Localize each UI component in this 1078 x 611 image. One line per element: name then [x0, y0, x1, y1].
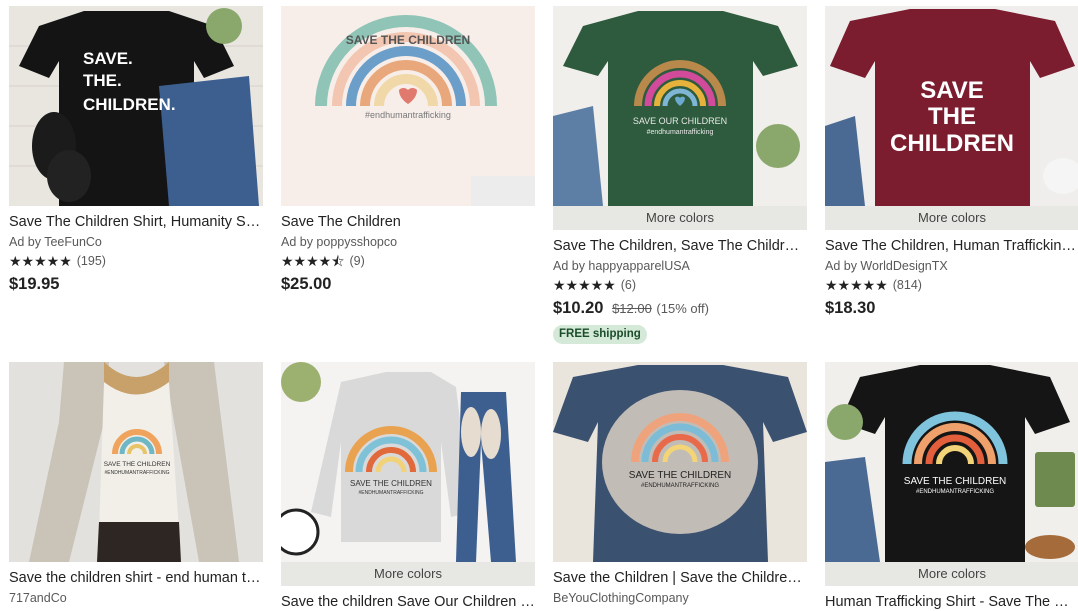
review-count: (195) — [76, 254, 106, 268]
listing-image[interactable]: SAVE THE CHILDREN #ENDHUMANTRAFFICKING — [553, 362, 807, 562]
more-colors-label[interactable]: More colors — [825, 562, 1078, 586]
shirt-text: CHILDREN — [890, 130, 1014, 157]
more-colors-label[interactable]: More colors — [825, 206, 1078, 230]
listing-card[interactable]: SAVE. THE. CHILDREN. Save The Children S… — [9, 6, 263, 295]
listing-price: $10.20 $12.00 (15% off) — [553, 297, 807, 320]
listing-card[interactable]: SAVE THE CHILDREN #ENDHUMANTRAFFICKING S… — [9, 362, 263, 606]
listing-image[interactable]: SAVE. THE. CHILDREN. — [9, 6, 263, 206]
listing-image[interactable]: SAVE THE CHILDREN #endhumantrafficking — [281, 6, 535, 206]
listing-price: $18.30 — [825, 299, 876, 317]
listing-rating: ★★★★★ (195) — [9, 253, 263, 270]
listing-seller: 717andCo — [9, 591, 67, 605]
listing-rating: ★★★★★ (6) — [553, 277, 807, 294]
listing-seller: BeYouClothingCompany — [553, 591, 689, 605]
star-rating-icon: ★★★★⯪ — [281, 253, 345, 269]
shirt-text: SAVE OUR CHILDREN — [633, 116, 727, 126]
shirt-text: #ENDHUMANTRAFFICKING — [916, 489, 994, 495]
shirt-text: #endhumantrafficking — [647, 129, 714, 136]
listing-title[interactable]: Save The Children, Save The Children Shi… — [553, 237, 807, 255]
shirt-text: THE — [928, 103, 976, 130]
review-count: (814) — [892, 278, 922, 292]
listing-seller: Ad by happyapparelUSA — [553, 259, 690, 273]
listing-rating: ★★★★★ (814) — [825, 277, 1078, 294]
listing-title[interactable]: Save The Children Shirt, Humanity Shirt,… — [9, 213, 263, 231]
listing-card[interactable]: SAVE THE CHILDREN #endhumantrafficking S… — [281, 6, 535, 295]
review-count: (9) — [349, 254, 365, 268]
listing-image[interactable]: SAVE OUR CHILDREN #endhumantrafficking — [553, 6, 807, 206]
listing-rating: ★★★★⯪ (9) — [281, 253, 535, 270]
shirt-text: SAVE THE CHILDREN — [104, 461, 171, 468]
shirt-text: #ENDHUMANTRAFFICKING — [358, 490, 423, 496]
listing-image[interactable]: SAVE THE CHILDREN #ENDHUMANTRAFFICKING — [281, 362, 535, 562]
free-shipping-badge: FREE shipping — [553, 325, 647, 344]
listing-image[interactable]: SAVE THE CHILDREN #ENDHUMANTRAFFICKING — [9, 362, 263, 562]
listing-title[interactable]: Save The Children, Human Trafficking Awa… — [825, 237, 1078, 255]
shirt-text: #ENDHUMANTRAFFICKING — [641, 483, 719, 489]
listing-title[interactable]: Save The Children — [281, 213, 535, 231]
listing-title[interactable]: Human Trafficking Shirt - Save The Child… — [825, 593, 1078, 611]
listing-card[interactable]: SAVE THE CHILDREN #ENDHUMANTRAFFICKING M… — [825, 362, 1078, 611]
shirt-text: #endhumantrafficking — [365, 110, 451, 120]
discount-label: (15% off) — [656, 301, 709, 316]
listing-image[interactable]: SAVE THE CHILDREN — [825, 6, 1078, 206]
shirt-text: SAVE THE CHILDREN — [904, 476, 1006, 487]
listing-seller: Ad by poppysshopco — [281, 235, 398, 249]
listing-card[interactable]: SAVE THE CHILDREN #ENDHUMANTRAFFICKING M… — [281, 362, 535, 611]
shirt-text: #ENDHUMANTRAFFICKING — [104, 470, 169, 476]
more-colors-label[interactable]: More colors — [281, 562, 535, 586]
star-rating-icon: ★★★★★ — [9, 253, 72, 269]
listing-seller: Ad by TeeFunCo — [9, 235, 102, 249]
listing-price: $25.00 — [281, 275, 332, 293]
listing-price: $19.95 — [9, 275, 60, 293]
listing-card[interactable]: SAVE THE CHILDREN More colors Save The C… — [825, 6, 1078, 319]
listing-card[interactable]: SAVE OUR CHILDREN #endhumantrafficking M… — [553, 6, 807, 344]
shirt-text: CHILDREN. — [83, 95, 176, 114]
listing-card[interactable]: SAVE THE CHILDREN #ENDHUMANTRAFFICKING S… — [553, 362, 807, 606]
listing-title[interactable]: Save the children shirt - end human traf… — [9, 569, 263, 587]
more-colors-label[interactable]: More colors — [553, 206, 807, 230]
listing-title[interactable]: Save the Children | Save the Children Sh… — [553, 569, 807, 587]
original-price: $12.00 — [612, 301, 652, 316]
listing-seller: Ad by WorldDesignTX — [825, 259, 948, 273]
sale-price: $10.20 — [553, 299, 604, 317]
review-count: (6) — [620, 278, 637, 292]
shirt-text: SAVE THE CHILDREN — [346, 33, 470, 47]
star-rating-icon: ★★★★★ — [553, 277, 616, 293]
shirt-text: SAVE THE CHILDREN — [629, 470, 731, 481]
shirt-text: SAVE — [920, 77, 984, 104]
listing-image[interactable]: SAVE THE CHILDREN #ENDHUMANTRAFFICKING — [825, 362, 1078, 562]
shirt-text: THE. — [83, 71, 122, 90]
shirt-text: SAVE. — [83, 49, 133, 68]
star-rating-icon: ★★★★★ — [825, 277, 888, 293]
shirt-text: SAVE THE CHILDREN — [350, 479, 432, 488]
listing-title[interactable]: Save the children Save Our Children Swea… — [281, 593, 535, 611]
